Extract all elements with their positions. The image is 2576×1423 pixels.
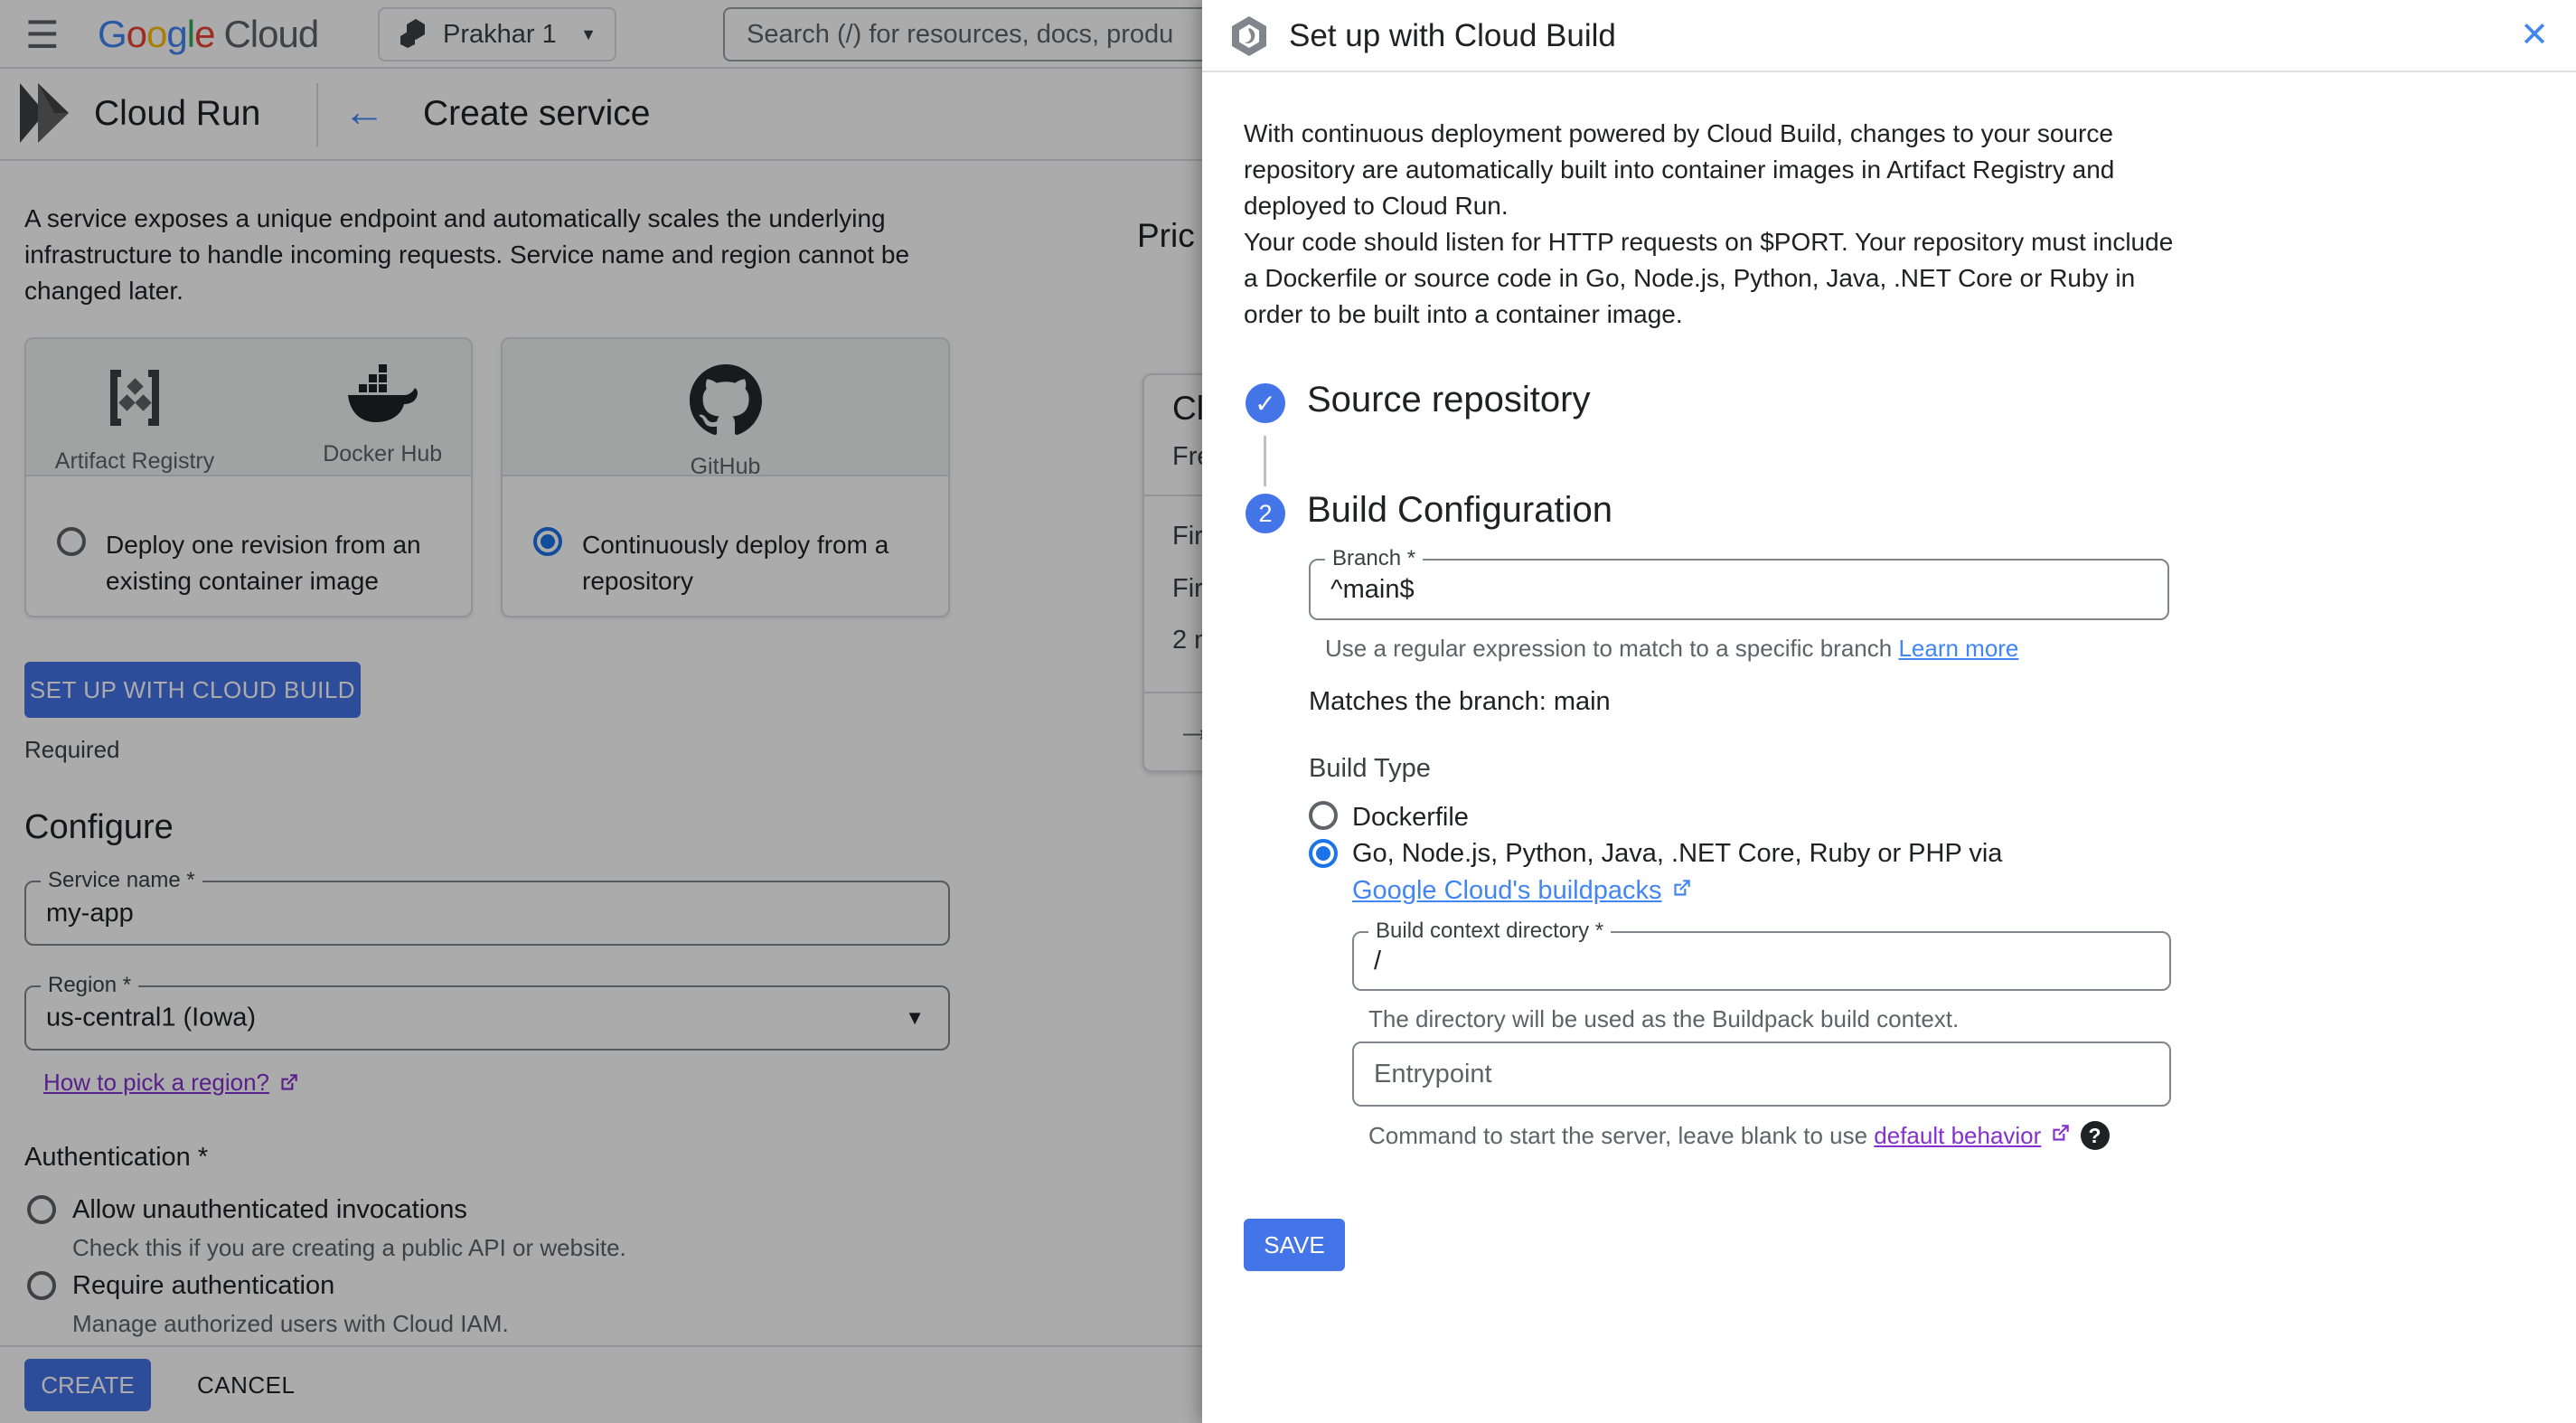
close-icon[interactable]: ✕ xyxy=(2520,14,2549,55)
step-connector xyxy=(1264,436,1266,486)
build-context-label: Build context directory * xyxy=(1368,919,1612,944)
step1-title[interactable]: Source repository xyxy=(1307,380,1590,420)
cloud-build-panel: Set up with Cloud Build ✕ With continuou… xyxy=(1202,0,2576,1423)
panel-description-p1: With continuous deployment powered by Cl… xyxy=(1244,119,2115,220)
step1-complete-icon: ✓ xyxy=(1246,383,1285,423)
branch-label: Branch * xyxy=(1325,546,1424,571)
buildpacks-link[interactable]: Google Cloud's buildpacks xyxy=(1352,876,1661,905)
panel-header: Set up with Cloud Build ✕ xyxy=(1202,0,2576,72)
build-context-field: Build context directory * xyxy=(1352,919,2171,991)
cloud-build-icon xyxy=(1227,14,1271,62)
external-link-icon xyxy=(2052,1124,2069,1141)
step2-title: Build Configuration xyxy=(1307,490,1612,530)
panel-description-p2: Your code should listen for HTTP request… xyxy=(1244,228,2174,328)
build-type-heading: Build Type xyxy=(1309,754,1431,783)
build-context-helper: The directory will be used as the Buildp… xyxy=(1368,1005,1960,1032)
panel-title: Set up with Cloud Build xyxy=(1289,18,1616,53)
dockerfile-label: Dockerfile xyxy=(1352,803,1469,832)
external-link-icon xyxy=(1673,880,1690,896)
step2-number-icon: 2 xyxy=(1246,494,1285,533)
branch-match-result: Matches the branch: main xyxy=(1309,687,1611,716)
gcp-console-screen: ☰ GoogleCloud Prakhar 1 ▼ Cloud Run ← Cr… xyxy=(0,0,2576,1423)
branch-helper-text: Use a regular expression to match to a s… xyxy=(1325,635,2019,662)
entrypoint-input[interactable] xyxy=(1354,1043,2169,1105)
buildpacks-label: Go, Node.js, Python, Java, .NET Core, Ru… xyxy=(1352,839,2003,905)
default-behavior-link[interactable]: default behavior xyxy=(1874,1122,2041,1149)
learn-more-link[interactable]: Learn more xyxy=(1898,635,2018,662)
buildpacks-radio[interactable] xyxy=(1309,839,1338,868)
save-button[interactable]: SAVE xyxy=(1244,1219,1345,1271)
dockerfile-radio[interactable] xyxy=(1309,801,1338,830)
branch-field: Branch * xyxy=(1309,546,2169,620)
panel-description: With continuous deployment powered by Cl… xyxy=(1244,116,2184,333)
branch-input[interactable] xyxy=(1311,561,2167,618)
help-icon[interactable]: ? xyxy=(2080,1121,2110,1150)
entrypoint-field xyxy=(1352,1041,2171,1107)
check-icon: ✓ xyxy=(1255,389,1276,418)
entrypoint-helper: Command to start the server, leave blank… xyxy=(1368,1121,2110,1150)
